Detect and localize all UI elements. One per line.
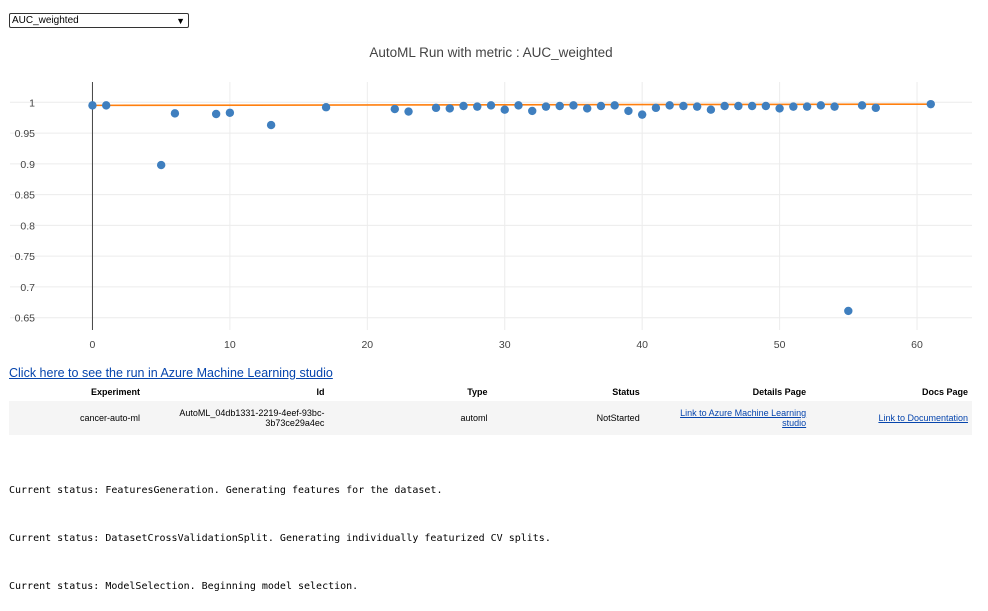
data-point: [844, 306, 853, 316]
status-line: Current status: DatasetCrossValidationSp…: [9, 533, 551, 544]
chart-grid: [10, 82, 972, 330]
y-tick-label: 0.85: [15, 190, 36, 202]
data-point: [802, 102, 812, 111]
table-row: cancer-auto-ml AutoML_04db1331-2219-4eef…: [9, 401, 972, 435]
column-header-docs-page: Docs Page: [810, 383, 972, 401]
data-point: [830, 102, 839, 111]
status-line: Current status: ModelSelection. Beginnin…: [9, 581, 359, 592]
y-tick-label: 0.8: [20, 220, 35, 232]
x-tick-label: 60: [911, 339, 923, 351]
data-point: [404, 107, 413, 116]
data-point: [514, 101, 523, 110]
data-point: [624, 106, 633, 116]
column-header-type: Type: [328, 383, 492, 401]
cell-id: AutoML_04db1331-2219-4eef-93bc- 3b73ce29…: [143, 401, 329, 435]
column-header-status: Status: [491, 383, 644, 401]
column-header-id: Id: [143, 383, 329, 401]
table-header-row: Experiment Id Type Status Details Page D…: [9, 383, 972, 401]
data-point: [156, 160, 166, 170]
data-point: [431, 103, 441, 113]
column-header-details-page: Details Page: [643, 383, 811, 401]
azure-studio-link[interactable]: Click here to see the run in Azure Machi…: [9, 366, 333, 380]
cell-type: automl: [328, 401, 492, 435]
cell-id-line2: 3b73ce29a4ec: [265, 418, 325, 428]
details-page-link[interactable]: Link to Azure Machine Learning studio: [680, 408, 806, 428]
x-tick-label: 40: [636, 339, 648, 351]
data-point: [541, 102, 551, 111]
data-point: [734, 101, 743, 111]
chevron-down-icon: ▼: [176, 16, 185, 26]
data-point: [170, 109, 180, 118]
cell-id-line1: AutoML_04db1331-2219-4eef-93bc-: [179, 408, 325, 418]
run-table: Experiment Id Type Status Details Page D…: [9, 383, 972, 435]
data-point: [211, 109, 221, 119]
data-point: [816, 101, 826, 110]
data-point: [569, 101, 578, 110]
data-point: [720, 101, 729, 111]
metric-dropdown-value: AUC_weighted: [12, 15, 79, 26]
data-point: [88, 101, 97, 110]
column-header-experiment: Experiment: [9, 383, 144, 401]
data-point: [500, 105, 509, 114]
data-point: [679, 101, 688, 111]
cell-status: NotStarted: [491, 401, 644, 435]
x-tick-label: 50: [774, 339, 786, 351]
data-point: [225, 108, 235, 117]
y-tick-label: 0.7: [20, 282, 35, 294]
data-point: [775, 104, 784, 113]
data-point: [445, 104, 454, 113]
y-tick-label: 0.95: [15, 128, 36, 140]
data-point: [871, 103, 880, 113]
y-tick-label: 1: [29, 97, 35, 109]
data-point: [390, 104, 399, 114]
data-point: [610, 101, 619, 110]
y-tick-label: 0.75: [15, 251, 36, 263]
chart-ticks: 0.650.70.750.80.850.90.9510 10 20 30 40 50 60: [15, 97, 923, 351]
data-point: [459, 101, 468, 111]
data-point: [692, 102, 702, 111]
data-point: [747, 101, 757, 111]
metric-scatter-chart: AutoML Run with metric : AUC_weighted 0.…: [10, 45, 972, 351]
data-point: [486, 101, 496, 110]
status-log: Current status: FeaturesGeneration. Gene…: [9, 451, 551, 611]
data-point: [102, 101, 111, 110]
chart-title: AutoML Run with metric : AUC_weighted: [369, 45, 612, 60]
data-point: [789, 102, 798, 111]
x-tick-label: 10: [224, 339, 236, 351]
chart-points: [88, 99, 935, 316]
x-tick-label: 20: [361, 339, 373, 351]
status-line: Current status: FeaturesGeneration. Gene…: [9, 485, 443, 496]
data-point: [596, 101, 606, 111]
data-point: [761, 101, 771, 111]
data-point: [651, 103, 661, 113]
docs-page-link[interactable]: Link to Documentation: [878, 413, 968, 423]
x-tick-label: 30: [499, 339, 511, 351]
y-tick-label: 0.9: [20, 159, 35, 171]
data-point: [857, 101, 867, 110]
details-link-line1: Link to Azure Machine Learning: [680, 408, 807, 418]
cell-docs: Link to Documentation: [810, 401, 972, 435]
data-point: [706, 105, 716, 114]
data-point: [665, 101, 674, 110]
data-point: [528, 106, 537, 116]
data-point: [583, 104, 592, 113]
data-point: [555, 101, 564, 111]
pagination-strip: [0, 0, 988, 4]
metric-dropdown[interactable]: AUC_weighted ▼: [9, 13, 189, 28]
details-link-line2: studio: [782, 418, 807, 428]
cell-experiment: cancer-auto-ml: [9, 401, 144, 435]
cell-details: Link to Azure Machine Learning studio: [643, 401, 811, 435]
data-point: [926, 99, 935, 109]
data-point: [637, 110, 647, 119]
data-point: [266, 120, 276, 130]
data-point: [321, 103, 331, 112]
data-point: [473, 102, 482, 111]
y-tick-label: 0.65: [15, 313, 36, 325]
x-tick-label: 0: [90, 339, 96, 351]
